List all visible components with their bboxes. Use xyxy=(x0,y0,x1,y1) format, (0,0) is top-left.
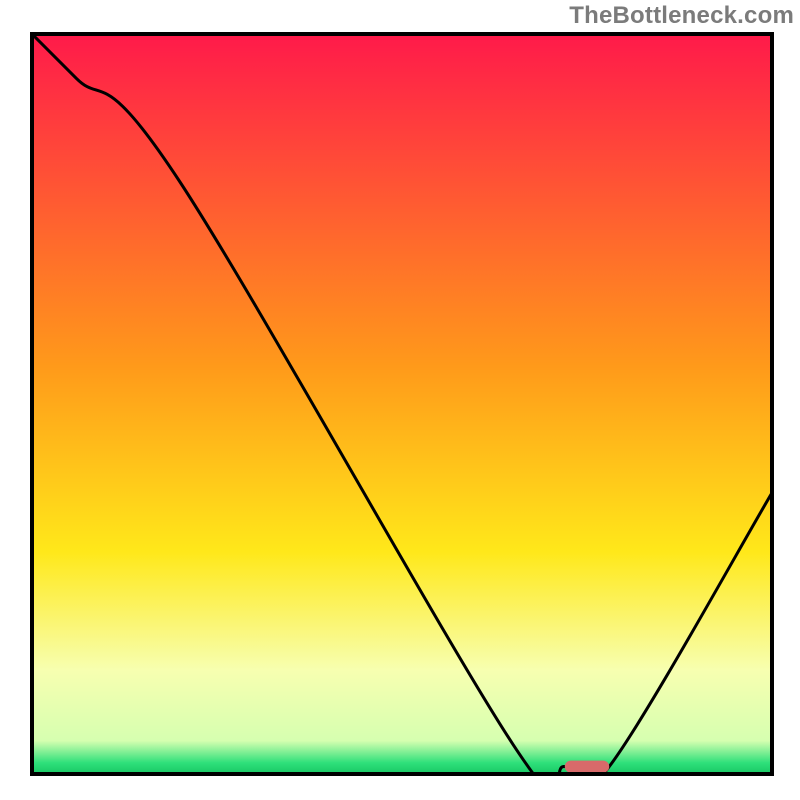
chart-stage: TheBottleneck.com xyxy=(0,0,800,800)
optimal-marker xyxy=(565,761,609,773)
plot-background xyxy=(32,34,772,774)
watermark-text: TheBottleneck.com xyxy=(569,2,794,30)
bottleneck-chart xyxy=(0,0,800,800)
